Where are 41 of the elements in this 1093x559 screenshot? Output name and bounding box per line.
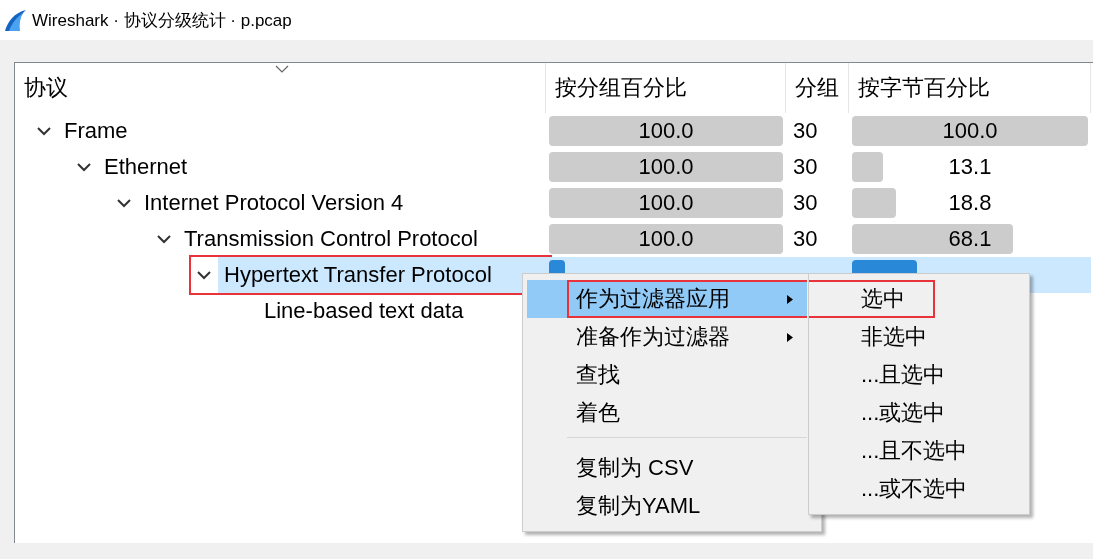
percent-value: 68.1 [948, 226, 992, 252]
column-header[interactable]: 按字节百分比 [849, 63, 1091, 113]
menu-item[interactable]: 准备作为过滤器 [527, 318, 807, 356]
app-logo-icon [4, 9, 28, 31]
expand-caret-icon[interactable] [117, 198, 131, 208]
packet-count: 30 [792, 117, 819, 145]
percent-value: 100.0 [638, 154, 694, 180]
packet-count: 30 [792, 189, 819, 217]
expand-caret-icon[interactable] [197, 270, 211, 280]
menu-item[interactable]: ...且选中 [813, 356, 1029, 394]
menu-item[interactable]: 非选中 [813, 318, 1029, 356]
percent-bar [852, 152, 883, 182]
menu-item[interactable]: 复制为YAML [527, 487, 807, 525]
menu-item[interactable]: ...且不选中 [813, 432, 1029, 470]
protocol-name[interactable]: Frame [58, 113, 546, 149]
expand-caret-icon[interactable] [77, 162, 91, 172]
percent-value: 100.0 [638, 190, 694, 216]
menu-item[interactable]: ...或不选中 [813, 470, 1029, 508]
menu-item[interactable]: 着色 [527, 394, 807, 432]
percent-bar [852, 188, 897, 218]
column-header[interactable]: 协议 [15, 63, 546, 113]
protocol-name[interactable]: Ethernet [98, 149, 546, 185]
window-title: Wireshark · 协议分级统计 · p.pcap [32, 9, 292, 32]
menu-item[interactable]: ...或选中 [813, 394, 1029, 432]
percent-value: 18.8 [948, 190, 992, 216]
menu-item[interactable]: 复制为 CSV [527, 449, 807, 487]
sort-indicator-icon[interactable] [275, 65, 289, 73]
percent-value: 100.0 [942, 118, 998, 144]
menu-item[interactable]: 作为过滤器应用 [527, 280, 807, 318]
packet-count: 30 [792, 153, 819, 181]
expand-caret-icon[interactable] [37, 126, 51, 136]
menu-item[interactable]: 查找 [527, 356, 807, 394]
column-header[interactable]: 按分组百分比 [546, 63, 786, 113]
percent-value: 100.0 [638, 118, 694, 144]
column-header[interactable]: 分组 [786, 63, 849, 113]
protocol-name[interactable]: Transmission Control Protocol [178, 221, 546, 257]
percent-value: 13.1 [948, 154, 992, 180]
packet-count: 30 [792, 225, 819, 253]
expand-caret-icon[interactable] [157, 234, 171, 244]
protocol-name[interactable]: Internet Protocol Version 4 [138, 185, 546, 221]
percent-value: 100.0 [638, 226, 694, 252]
